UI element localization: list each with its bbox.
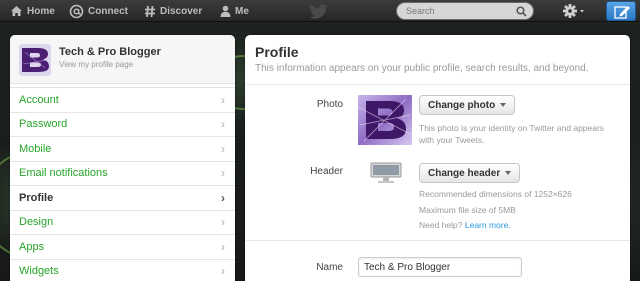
name-field[interactable] [358,257,522,277]
view-profile-link[interactable]: View my profile page [59,60,133,69]
chevron-right-icon: › [221,117,225,132]
menu-item-label: Email notifications [19,167,108,180]
account-card[interactable]: Tech & Pro Blogger View my profile page [10,35,235,84]
photo-help-text: This photo is your identity on Twitter a… [419,122,604,146]
nav-home-label: Home [27,5,55,17]
nav-discover-label: Discover [160,5,203,17]
menu-item-password[interactable]: Password › [10,112,235,137]
change-header-label: Change header [428,167,501,179]
caret-down-icon [500,103,507,107]
compose-icon [614,6,630,19]
profile-header: Profile This information appears on your… [245,35,630,85]
need-help-text: Need help? Learn more. [419,219,511,231]
menu-item-widgets[interactable]: Widgets › [10,259,235,281]
menu-item-label: Design [19,216,54,229]
menu-item-email-notifications[interactable]: Email notifications › [10,161,235,186]
change-photo-label: Change photo [428,99,496,111]
menu-item-label: Password [19,118,68,131]
caret-down-icon [505,171,512,175]
nav-me-label: Me [235,5,249,17]
page-title: Profile [255,44,299,60]
avatar [19,44,51,76]
settings-sidebar: Tech & Pro Blogger View my profile page … [10,35,235,281]
search-icon[interactable] [516,6,527,17]
change-photo-button[interactable]: Change photo [419,95,516,115]
menu-item-profile[interactable]: Profile › [10,186,235,211]
menu-item-design[interactable]: Design › [10,210,235,235]
profile-photo [358,95,412,145]
search-input[interactable] [406,4,516,18]
profile-settings-panel: Profile This information appears on your… [245,35,630,281]
nav-me[interactable]: Me [220,0,249,22]
chevron-right-icon: › [221,215,225,230]
menu-item-label: Account [19,93,59,106]
chevron-right-icon: › [221,264,225,279]
header-help-line: Maximum file size of 5MB [419,205,516,215]
name-label: Name [316,262,343,273]
blog-logo-image [19,44,51,76]
search-box [396,2,534,20]
menu-item-label: Widgets [19,265,59,278]
nav-discover[interactable]: Discover [144,0,202,22]
change-header-button[interactable]: Change header [419,163,521,183]
settings-menu: Account › Password › Mobile › Email notific… [10,87,235,281]
photo-help-line: This photo is your identity on Twitter a… [419,123,605,133]
page-subtitle: This information appears on your public … [255,63,589,74]
menu-item-label: Apps [19,240,45,253]
home-icon [11,6,22,16]
photo-label: Photo [316,99,343,110]
header-help-line: Recommended dimensions of 1252×626 [419,189,572,199]
chevron-right-icon: › [221,92,225,107]
header-image-preview [370,162,402,183]
gear-icon[interactable] [562,3,588,19]
section-divider [245,240,630,241]
chevron-right-icon: › [221,166,225,181]
nav-home[interactable]: Home [10,0,55,22]
chevron-right-icon: › [221,239,225,254]
photo-help-line: with your Tweets. [419,135,485,145]
compose-tweet-button[interactable] [606,1,636,21]
need-help-label: Need help? [419,220,463,230]
menu-item-apps[interactable]: Apps › [10,235,235,260]
account-name: Tech & Pro Blogger [59,46,161,58]
hashtag-icon [145,5,155,17]
top-nav-bar: Home Connect Discover Me [0,0,640,22]
nav-connect-label: Connect [88,5,128,17]
header-help-text: Recommended dimensions of 1252×626 Maxim… [419,188,572,216]
twitter-bird-icon[interactable] [309,4,329,19]
chevron-right-icon: › [221,190,225,205]
menu-item-account[interactable]: Account › [10,88,235,113]
menu-item-mobile[interactable]: Mobile › [10,137,235,162]
blog-logo-image [358,95,412,145]
at-sign-icon [69,4,84,18]
menu-item-label: Mobile [19,142,52,155]
chevron-right-icon: › [221,141,225,156]
person-icon [220,5,231,17]
nav-connect[interactable]: Connect [69,0,128,22]
menu-item-label: Profile [19,191,54,204]
learn-more-link[interactable]: Learn more. [465,220,511,230]
header-label: Header [310,166,343,177]
